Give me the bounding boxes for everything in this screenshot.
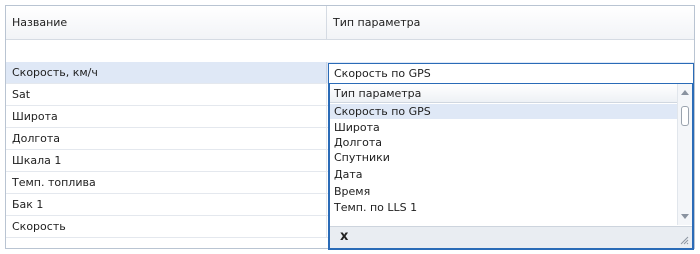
- parameter-type-value: Скорость по GPS: [334, 67, 431, 80]
- close-icon[interactable]: x: [340, 229, 348, 245]
- row-name[interactable]: Sat: [6, 84, 327, 105]
- dropdown-header: Тип параметра: [330, 84, 677, 103]
- parameter-type-editor[interactable]: Скорость по GPS: [328, 63, 694, 84]
- row-name[interactable]: Скорость, км/ч: [6, 62, 327, 83]
- row-name[interactable]: Бак 1: [6, 194, 327, 215]
- scroll-thumb[interactable]: [681, 106, 689, 126]
- dropdown-item[interactable]: Долгота: [330, 135, 677, 150]
- dropdown-item[interactable]: Широта: [330, 120, 677, 135]
- row-name[interactable]: Шкала 1: [6, 150, 327, 171]
- dropdown-item[interactable]: Темп. по LLS 1: [330, 200, 677, 215]
- row-name[interactable]: Скорость: [6, 216, 327, 237]
- scroll-down-icon[interactable]: [681, 214, 689, 219]
- column-header-type[interactable]: Тип параметра: [327, 6, 694, 40]
- resize-grip-icon[interactable]: [679, 235, 689, 245]
- row-name[interactable]: Долгота: [6, 128, 327, 149]
- row-name[interactable]: Темп. топлива: [6, 172, 327, 193]
- dropdown-item[interactable]: Время: [330, 184, 677, 199]
- row-name[interactable]: Широта: [6, 106, 327, 127]
- dropdown-item[interactable]: Скорость по GPS: [330, 104, 677, 119]
- parameters-grid: Название Тип параметра Скорость, км/ч Sa…: [5, 5, 695, 250]
- scroll-up-icon[interactable]: [681, 90, 689, 95]
- dropdown-footer: x: [330, 226, 692, 248]
- dropdown-item[interactable]: Спутники: [330, 150, 677, 165]
- dropdown-scrollbar[interactable]: [677, 84, 692, 225]
- parameter-type-dropdown: Тип параметра Скорость по GPS Широта Дол…: [328, 83, 694, 250]
- column-header-name[interactable]: Название: [6, 6, 327, 40]
- grid-header: Название Тип параметра: [6, 6, 694, 40]
- dropdown-item[interactable]: Дата: [330, 167, 677, 182]
